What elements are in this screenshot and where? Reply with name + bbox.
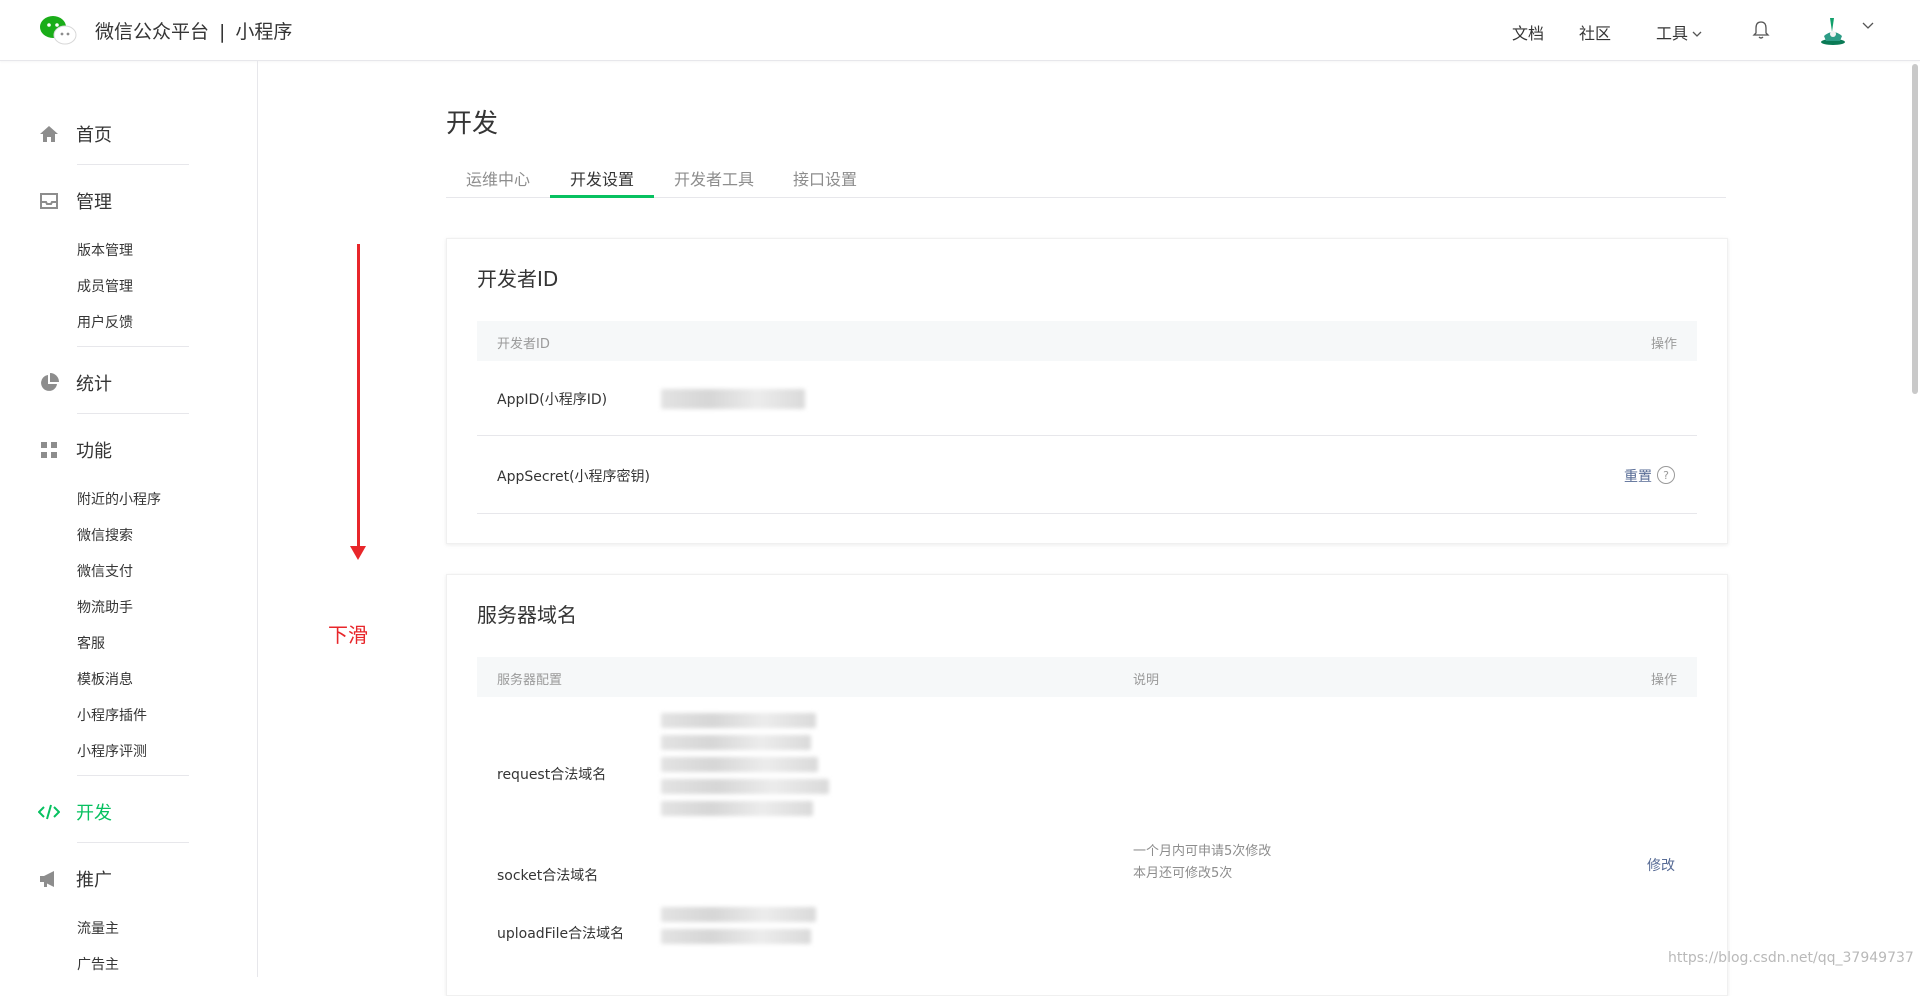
sidebar: 首页 管理 版本管理 成员管理 用户反馈 统计 功能 附近的小程序 微信搜索 微… — [0, 61, 258, 977]
row-divider — [477, 513, 1697, 514]
sidebar-item-review[interactable]: 小程序评测 — [77, 741, 147, 761]
uploadfile-domain-label: uploadFile合法域名 — [497, 926, 625, 942]
tab-ops[interactable]: 运维中心 — [466, 166, 530, 190]
home-icon — [38, 123, 60, 145]
sidebar-item-template[interactable]: 模板消息 — [77, 669, 133, 689]
domain-value-redacted — [661, 779, 829, 794]
annotation-text: 下滑 — [328, 623, 368, 647]
developer-id-card: 开发者ID 开发者ID 操作 AppID(小程序ID) AppSecret(小程… — [446, 238, 1728, 544]
domain-value-redacted — [661, 757, 818, 772]
sidebar-item-pay[interactable]: 微信支付 — [77, 561, 133, 581]
col-header-id: 开发者ID — [497, 337, 550, 352]
domain-value-redacted — [661, 713, 816, 728]
tab-dev-tools[interactable]: 开发者工具 — [674, 166, 754, 190]
brand-separator: | — [219, 21, 226, 43]
socket-domain-label: socket合法域名 — [497, 868, 599, 884]
sidebar-item-nearby[interactable]: 附近的小程序 — [77, 489, 161, 509]
sidebar-item-members[interactable]: 成员管理 — [77, 276, 133, 296]
divider — [77, 164, 189, 165]
sidebar-label-stats: 统计 — [76, 374, 112, 395]
desc-line: 一个月内可申请5次修改 — [1133, 844, 1272, 859]
domain-value-redacted — [661, 801, 813, 816]
community-link[interactable]: 社区 — [1579, 20, 1611, 44]
table-header: 服务器配置 说明 操作 — [477, 657, 1697, 697]
sidebar-item-service[interactable]: 客服 — [77, 633, 105, 653]
col-header-action: 操作 — [1650, 673, 1677, 688]
help-icon[interactable]: ? — [1657, 466, 1675, 484]
sidebar-item-manage[interactable]: 管理 — [38, 188, 112, 214]
arrow-head-icon — [350, 546, 366, 560]
appid-value-redacted — [661, 389, 805, 409]
grid-icon — [38, 439, 60, 461]
divider — [77, 413, 189, 414]
sidebar-item-home[interactable]: 首页 — [38, 121, 112, 147]
domain-value-redacted — [661, 929, 811, 944]
tab-dev-settings[interactable]: 开发设置 — [570, 166, 634, 190]
sidebar-item-search[interactable]: 微信搜索 — [77, 525, 133, 545]
tools-label: 工具 — [1656, 24, 1689, 43]
scroll-down-arrow — [357, 244, 360, 552]
divider — [77, 775, 189, 776]
tools-menu[interactable]: 工具 — [1656, 20, 1702, 44]
card-title: 开发者ID — [477, 267, 559, 291]
sidebar-item-version[interactable]: 版本管理 — [77, 240, 133, 260]
domain-value-redacted — [661, 907, 816, 922]
sidebar-label-manage: 管理 — [76, 192, 112, 213]
col-header-action: 操作 — [1650, 337, 1677, 352]
sidebar-item-stats[interactable]: 统计 — [38, 370, 112, 396]
domain-value-redacted — [661, 735, 811, 750]
brand-name: 微信公众平台 — [95, 21, 210, 43]
sidebar-label-promo: 推广 — [76, 870, 112, 891]
sidebar-item-plugins[interactable]: 小程序插件 — [77, 705, 147, 725]
scrollbar-thumb[interactable] — [1912, 64, 1918, 394]
sidebar-label-features: 功能 — [76, 441, 112, 462]
tab-api-settings[interactable]: 接口设置 — [793, 166, 857, 190]
sidebar-item-feedback[interactable]: 用户反馈 — [77, 312, 133, 332]
brand-title[interactable]: 微信公众平台 | 小程序 — [95, 17, 292, 44]
active-tab-indicator — [550, 195, 654, 198]
divider — [77, 842, 189, 843]
avatar[interactable] — [1818, 14, 1848, 46]
sidebar-item-advertiser[interactable]: 广告主 — [77, 954, 119, 974]
sidebar-item-dev[interactable]: 开发 — [38, 799, 112, 825]
docs-link[interactable]: 文档 — [1512, 20, 1544, 44]
code-icon — [38, 801, 60, 823]
product-name: 小程序 — [235, 21, 293, 43]
tab-bar: 运维中心 开发设置 开发者工具 接口设置 — [446, 160, 1726, 198]
sidebar-item-publisher[interactable]: 流量主 — [77, 918, 119, 938]
sidebar-item-features[interactable]: 功能 — [38, 437, 112, 463]
server-domain-card: 服务器域名 服务器配置 说明 操作 request合法域名 socket合法域名… — [446, 574, 1728, 996]
table-header: 开发者ID 操作 — [477, 321, 1697, 361]
col-header-config: 服务器配置 — [497, 673, 563, 688]
desc-line: 本月还可修改5次 — [1133, 866, 1233, 881]
sidebar-item-logistics[interactable]: 物流助手 — [77, 597, 133, 617]
megaphone-icon — [38, 868, 60, 890]
chevron-down-icon — [1692, 31, 1702, 37]
reset-link[interactable]: 重置 — [1624, 466, 1652, 486]
sidebar-label-home: 首页 — [76, 125, 112, 146]
wechat-logo-icon[interactable] — [38, 14, 78, 46]
appid-label: AppID(小程序ID) — [497, 392, 608, 408]
bell-icon[interactable] — [1752, 20, 1770, 40]
page-title: 开发 — [446, 109, 499, 139]
sidebar-item-promo[interactable]: 推广 — [38, 866, 112, 892]
top-bar: 微信公众平台 | 小程序 文档 社区 工具 — [0, 0, 1920, 61]
divider — [77, 346, 189, 347]
modify-limit-desc: 一个月内可申请5次修改 本月还可修改5次 — [1133, 841, 1271, 885]
col-header-desc: 说明 — [1133, 673, 1160, 688]
inbox-icon — [38, 190, 60, 212]
card-title: 服务器域名 — [477, 603, 577, 627]
request-domain-label: request合法域名 — [497, 767, 607, 783]
sidebar-label-dev: 开发 — [76, 803, 112, 824]
modify-link[interactable]: 修改 — [1647, 855, 1675, 875]
row-divider — [477, 435, 1697, 436]
appsecret-label: AppSecret(小程序密钥) — [497, 469, 651, 485]
watermark: https://blog.csdn.net/qq_37949737 — [1668, 950, 1914, 966]
chevron-down-icon[interactable] — [1862, 22, 1874, 30]
pie-chart-icon — [38, 372, 60, 394]
